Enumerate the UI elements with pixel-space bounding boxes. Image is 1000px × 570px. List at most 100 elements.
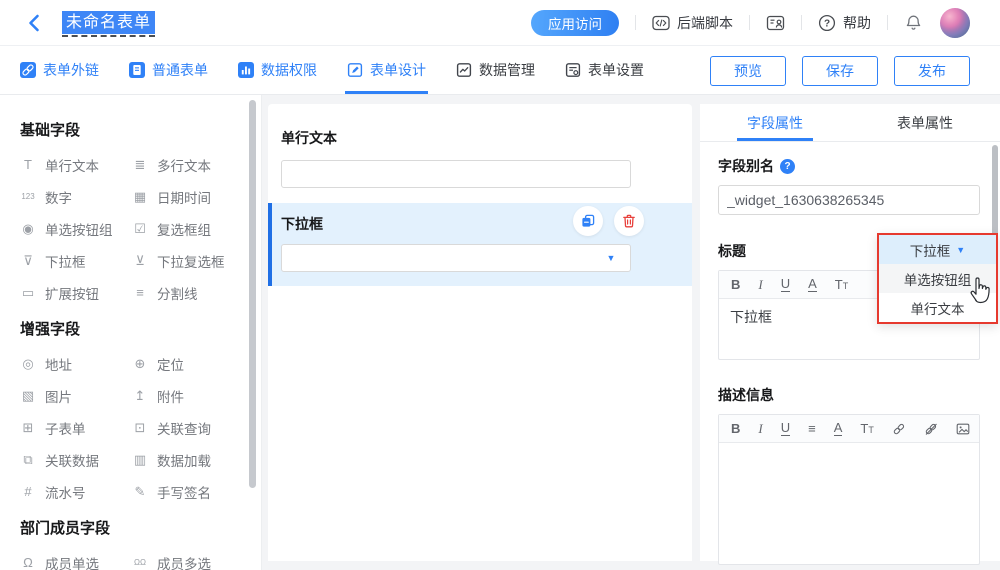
field-item-label: 数据加载 [157,450,211,470]
dropdown-icon: ⊽ [20,253,36,269]
description-editor-body[interactable] [719,443,979,564]
code-icon [652,15,670,31]
text-field-input[interactable] [281,160,631,188]
field-item-number[interactable]: 123 数字 [20,187,132,206]
field-label: 单行文本 [281,128,692,148]
form-designer-app: 未命名表单 应用访问 后端脚本 [0,0,1000,570]
field-item-member-multi[interactable]: ΩΩ成员多选 [132,553,247,570]
help-label: 帮助 [843,13,871,33]
rt-italic-button[interactable]: I [758,422,762,435]
sidebar-scrollbar-thumb[interactable] [249,100,256,488]
notifications-button[interactable] [904,13,923,33]
field-item-single-line-text[interactable]: T单行文本 [20,155,132,174]
back-button[interactable] [24,13,44,33]
publish-button[interactable]: 发布 [894,56,970,86]
divider [635,15,636,30]
field-item-address[interactable]: ◎地址 [20,354,132,373]
field-item-location[interactable]: ⊕ 定位 [132,354,247,373]
field-item-label: 单选按钮组 [45,219,113,239]
field-item-member-single[interactable]: Ω成员单选 [20,553,132,570]
location-icon: ⊕ [132,356,148,372]
field-type-option[interactable]: 单选按钮组 [879,264,996,293]
related-query-icon: ⊡ [132,420,148,436]
field-item-related-query[interactable]: ⊡关联查询 [132,418,247,437]
field-item-label: 扩展按钮 [45,283,99,303]
rt-underline-button[interactable]: U [781,277,790,292]
field-type-option[interactable]: 单行文本 [879,293,996,322]
trash-icon [621,213,637,229]
dropdown-caret-icon[interactable]: ▼ [592,245,630,271]
user-avatar[interactable] [940,8,970,38]
form-title-input[interactable]: 未命名表单 [62,8,155,37]
tab-label: 数据管理 [479,60,535,80]
tab-data-permission[interactable]: 数据权限 [238,46,317,94]
field-item-label: 数字 [45,187,72,207]
field-item-label: 流水号 [45,482,86,502]
help-icon: ? [818,14,836,32]
rt-bold-button[interactable]: B [731,422,740,435]
field-item-image[interactable]: ▧图片 [20,386,132,405]
serial-number-icon: # [20,484,36,499]
number-icon: 123 [20,192,36,201]
app-access-button[interactable]: 应用访问 [531,10,619,36]
bell-icon [904,13,923,33]
preview-button[interactable]: 预览 [710,56,786,86]
form-toolbar: 表单外链普通表单数据权限 表单设计 数据管理 表单设置 预览保存发布 [0,46,1000,95]
form-canvas: 单行文本 下拉框 [268,104,692,561]
field-item-extend-button[interactable]: ▭扩展按钮 [20,283,132,302]
rt-font-size-button[interactable]: TT [860,422,873,435]
field-type-selected[interactable]: 下拉框 ▼ [879,235,996,264]
canvas-field-text[interactable]: 单行文本 [268,128,692,188]
field-item-radio-group[interactable]: ◉单选按钮组 [20,219,132,238]
rt-italic-button[interactable]: I [758,278,762,291]
field-item-attachment[interactable]: ↥附件 [132,386,247,405]
divider-icon: ≡ [132,285,148,300]
dropdown-multi-icon: ⊻ [132,253,148,269]
delete-field-button[interactable] [614,206,644,236]
dropdown-field-input[interactable]: ▼ [281,244,631,272]
tab-plain-form[interactable]: 普通表单 [129,46,208,94]
field-item-subform[interactable]: ⊞子表单 [20,418,132,437]
field-item-divider[interactable]: ≡分割线 [132,283,247,302]
panel-tab-field-props[interactable]: 字段属性 [700,104,850,141]
rt-image-button[interactable] [956,422,970,436]
canvas-field-dropdown-selected[interactable]: 下拉框 [268,203,692,286]
field-item-dropdown[interactable]: ⊽下拉框 [20,251,132,270]
field-grid: ◎地址⊕ 定位 ▧图片↥附件⊞子表单⊡关联查询⧉关联数据▥数据加载 # 流水号 ✎手写签名 [20,354,247,501]
alias-label-row: 字段别名 ? [718,156,980,176]
tab-form-external-link[interactable]: 表单外链 [20,46,99,94]
help-button[interactable]: ? 帮助 [818,13,871,33]
field-item-datetime[interactable]: ▦日期时间 [132,187,247,206]
tab-data-manage[interactable]: 数据管理 [456,46,535,94]
checkbox-group-icon: ☑ [132,221,148,237]
field-item-data-load[interactable]: ▥数据加载 [132,450,247,469]
workspace: 基础字段T单行文本≣多行文本123数字▦日期时间◉单选按钮组☑复选框组⊽下拉框⊻… [0,95,1000,570]
field-item-related-data[interactable]: ⧉关联数据 [20,450,132,469]
alias-help-icon[interactable]: ? [780,159,795,174]
rt-link-button[interactable] [892,422,906,436]
rt-font-color-button[interactable]: A [808,277,817,292]
save-button[interactable]: 保存 [802,56,878,86]
rt-align-button[interactable]: ≡ [808,422,816,435]
field-item-dropdown-multi[interactable]: ⊻下拉复选框 [132,251,247,270]
tab-form-design[interactable]: 表单设计 [347,46,426,94]
tab-label: 表单设计 [370,60,426,80]
rt-font-color-button[interactable]: A [834,421,843,436]
backend-script-button[interactable]: 后端脚本 [652,13,733,33]
field-item-multi-line-text[interactable]: ≣多行文本 [132,155,247,174]
rt-underline-button[interactable]: U [781,421,790,436]
copy-field-button[interactable] [573,206,603,236]
field-item-label: 定位 [157,354,184,374]
alias-input[interactable] [718,185,980,215]
rt-bold-button[interactable]: B [731,278,740,291]
panel-tab-form-props[interactable]: 表单属性 [850,104,1000,141]
field-item-label: 成员单选 [45,553,99,570]
field-item-signature[interactable]: ✎手写签名 [132,482,247,501]
tab-form-settings[interactable]: 表单设置 [565,46,644,94]
rt-font-size-button[interactable]: TT [835,278,848,291]
members-button[interactable] [766,14,785,32]
field-item-serial-number[interactable]: # 流水号 [20,482,132,501]
field-item-checkbox-group[interactable]: ☑复选框组 [132,219,247,238]
rt-unlink-button[interactable] [924,422,938,436]
copy-icon [580,213,596,229]
